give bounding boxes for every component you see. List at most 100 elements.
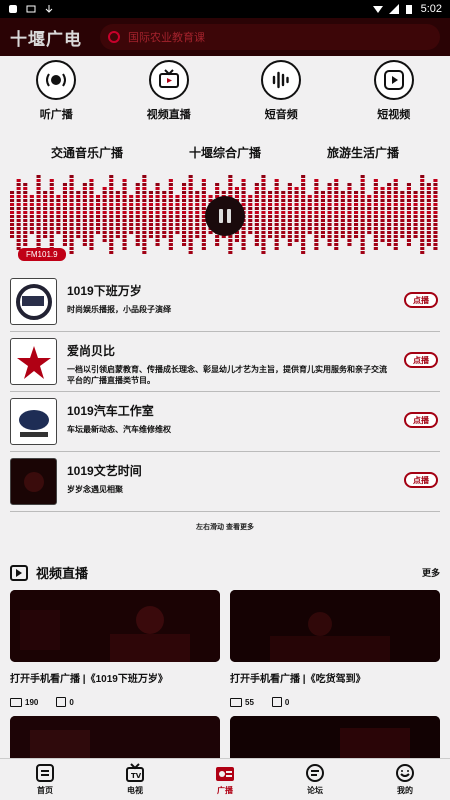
visualizer-bar-segment xyxy=(102,219,107,222)
visualizer-bar-segment xyxy=(201,243,206,246)
visualizer-bar-segment xyxy=(426,191,431,194)
list-item[interactable]: 1019文艺时间 岁岁念遇见相聚 点播 xyxy=(10,452,440,512)
visualizer-bar-segment xyxy=(10,219,15,222)
visualizer-bar-segment xyxy=(241,183,246,186)
visualizer-bar-segment xyxy=(393,219,398,222)
visualizer-bar-segment xyxy=(96,199,101,202)
visualizer-bar-segment xyxy=(241,187,246,190)
visualizer-bar-segment xyxy=(387,195,392,198)
visualizer-bar-segment xyxy=(373,223,378,226)
visualizer-bar-segment xyxy=(234,187,239,190)
visualizer-bar-segment xyxy=(62,191,67,194)
visualizer-bar-segment xyxy=(142,183,147,186)
visualizer-bar-segment xyxy=(320,207,325,210)
on-demand-button[interactable]: 点播 xyxy=(404,292,438,308)
visualizer-bar-segment xyxy=(129,203,134,206)
visualizer-bar-segment xyxy=(56,211,61,214)
nav-tv[interactable]: TV 电视 xyxy=(105,763,165,796)
visualizer-bar-segment xyxy=(201,203,206,206)
visualizer-bar-segment xyxy=(115,199,120,202)
video-grid: 打开手机看广播 |《1019下班万岁》 190 0 打开手机看广播 |《吃货驾到… xyxy=(10,590,440,707)
category-video-live[interactable]: 视频直播 xyxy=(124,60,214,126)
visualizer-bar-segment xyxy=(307,227,312,230)
visualizer-bar-segment xyxy=(23,199,28,202)
program-title: 1019下班万岁 xyxy=(67,284,142,298)
visualizer-bar-segment xyxy=(23,239,28,242)
pause-button[interactable] xyxy=(205,196,245,236)
visualizer-bar-segment xyxy=(62,183,67,186)
visualizer-bar-segment xyxy=(287,223,292,226)
visualizer-bar-segment xyxy=(426,199,431,202)
category-short-audio[interactable]: 短音频 xyxy=(236,60,326,126)
nav-forum[interactable]: 论坛 xyxy=(285,763,345,796)
on-demand-button[interactable]: 点播 xyxy=(404,472,438,488)
visualizer-bar-segment xyxy=(234,191,239,194)
video-card[interactable]: 打开手机看广播 |《吃货驾到》 55 0 xyxy=(230,590,440,707)
visualizer-bar-segment xyxy=(182,235,187,238)
visualizer-bar-segment xyxy=(62,227,67,230)
visualizer-bar-segment xyxy=(96,231,101,234)
video-camera-icon xyxy=(10,697,22,707)
visualizer-bar-segment xyxy=(16,211,21,214)
video-card[interactable]: 打开手机看广播 |《1019下班万岁》 190 0 xyxy=(10,590,220,707)
program-title: 爱尚贝比 xyxy=(67,344,116,358)
visualizer-bar-segment xyxy=(188,231,193,234)
visualizer-bar-segment xyxy=(354,215,359,218)
visualizer-bar-segment xyxy=(327,219,332,222)
visualizer-bar-segment xyxy=(182,239,187,242)
visualizer-bar-segment xyxy=(360,243,365,246)
visualizer-bar-segment xyxy=(413,199,418,202)
station-tab-traffic-music[interactable]: 交通音乐广播 xyxy=(51,144,123,161)
visualizer-bar-segment xyxy=(195,215,200,218)
nav-home[interactable]: 首页 xyxy=(15,763,75,796)
station-tab-travel-life[interactable]: 旅游生活广播 xyxy=(327,144,399,161)
visualizer-bar-segment xyxy=(142,199,147,202)
visualizer-bar-segment xyxy=(426,223,431,226)
visualizer-bar-segment xyxy=(393,207,398,210)
visualizer-bar-segment xyxy=(420,235,425,238)
search-input[interactable]: 国际农业教育课 xyxy=(100,24,440,50)
visualizer-bar-segment xyxy=(287,215,292,218)
visualizer-bar-segment xyxy=(433,187,438,190)
list-item[interactable]: 1019下班万岁 时尚娱乐播报，小品段子演绎 点播 xyxy=(10,272,440,332)
visualizer-bar-segment xyxy=(49,235,54,238)
visualizer-bar-segment xyxy=(294,195,299,198)
list-item[interactable]: 1019汽车工作室 车坛最新动态、汽车维修维权 点播 xyxy=(10,392,440,452)
visualizer-bar-segment xyxy=(155,235,160,238)
visualizer-bar-segment xyxy=(340,191,345,194)
visualizer-bar-segment xyxy=(102,231,107,234)
home-icon xyxy=(35,763,55,783)
list-item[interactable]: 爱尚贝比 一档以引领启蒙教育、传播成长理念、彰显幼儿才艺为主旨，提供育儿实用服务… xyxy=(10,332,440,392)
visualizer-bar-segment xyxy=(76,227,81,230)
visualizer-bar-segment xyxy=(327,223,332,226)
visualizer-bar-segment xyxy=(287,199,292,202)
video-thumbnail[interactable] xyxy=(10,716,220,760)
visualizer-bar-segment xyxy=(89,195,94,198)
visualizer-bar-segment xyxy=(254,239,259,242)
visualizer-bar-segment xyxy=(82,191,87,194)
visualizer-bar-segment xyxy=(287,207,292,210)
visualizer-bar-segment xyxy=(387,191,392,194)
visualizer-bar-segment xyxy=(406,195,411,198)
category-listen-radio[interactable]: 听广播 xyxy=(11,60,101,126)
visualizer-bar-segment xyxy=(360,179,365,182)
visualizer-bar-segment xyxy=(320,219,325,222)
visualizer-bar-segment xyxy=(142,243,147,246)
on-demand-button[interactable]: 点播 xyxy=(404,352,438,368)
nav-profile[interactable]: 我的 xyxy=(375,763,435,796)
station-tab-shiyan-general[interactable]: 十堰综合广播 xyxy=(189,144,261,161)
visualizer-bar-segment xyxy=(201,223,206,226)
on-demand-button[interactable]: 点播 xyxy=(404,412,438,428)
visualizer-bar-segment xyxy=(201,231,206,234)
visualizer-bar-segment xyxy=(10,235,15,238)
visualizer-bar-segment xyxy=(294,215,299,218)
visualizer-bar-segment xyxy=(109,231,114,234)
category-short-video[interactable]: 短视频 xyxy=(349,60,439,126)
visualizer-bar-segment xyxy=(373,207,378,210)
visualizer-bar-segment xyxy=(36,239,41,242)
video-thumbnail[interactable] xyxy=(230,716,440,760)
more-link[interactable]: 更多 xyxy=(422,566,440,579)
visualizer-bar-segment xyxy=(168,235,173,238)
visualizer-bar-segment xyxy=(387,239,392,242)
nav-radio[interactable]: 广播 xyxy=(195,763,255,796)
